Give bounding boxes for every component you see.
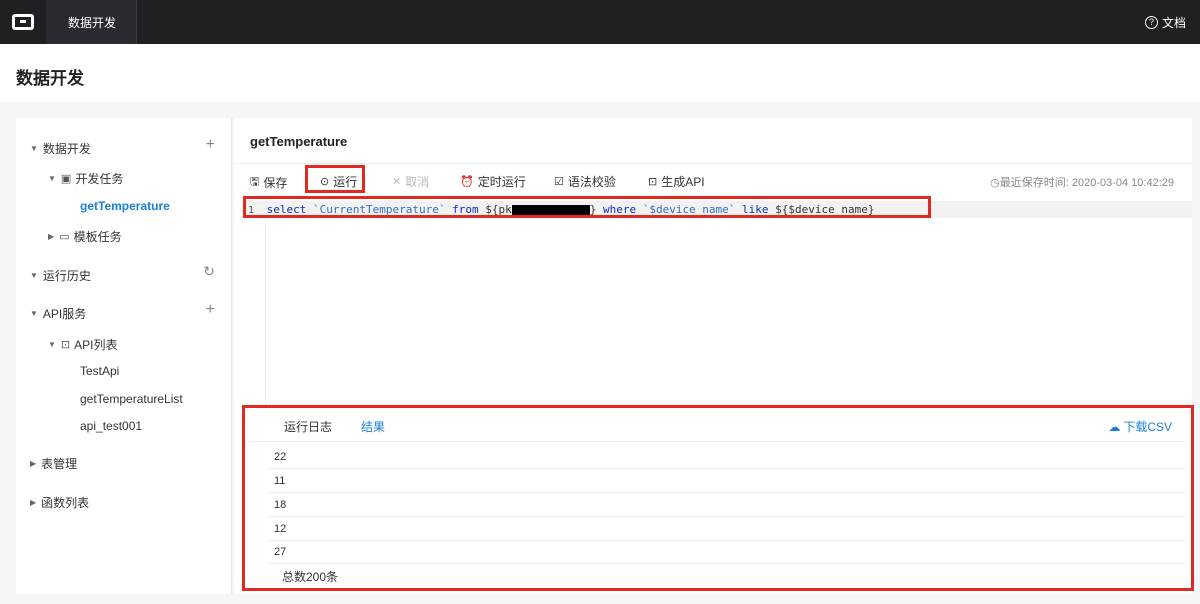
code-line[interactable]: 1 select `CurrentTemperature` from ${pk}…	[242, 201, 1192, 218]
tree-node-label: API服务	[42, 307, 87, 321]
close-icon: ✕	[392, 176, 402, 188]
redacted-block	[511, 204, 590, 216]
table-row: 27	[268, 541, 1186, 564]
run-button[interactable]: ⊙ 运行	[320, 173, 357, 190]
cloud-download-icon: ☁	[1108, 419, 1121, 434]
docs-label: 文档	[1161, 15, 1186, 30]
api-icon: ⊡	[648, 176, 658, 188]
tree-node-label: 开发任务	[75, 172, 124, 186]
sql-table-prefix: ${pk	[485, 203, 512, 216]
tree-node-label: 运行历史	[42, 269, 91, 283]
generate-api-button[interactable]: ⊡ 生成API	[648, 173, 705, 190]
caret-down-icon: ▼	[30, 271, 38, 280]
results-panel: 运行日志 结果 ☁ 下载CSV 22 11 18 12 27 总数200条	[244, 408, 1186, 588]
table-row: 22	[268, 446, 1186, 469]
tree-node-template-tasks[interactable]: ▶ ▭ 模板任务	[48, 228, 122, 245]
sql-keyword: from	[452, 203, 479, 216]
editor-toolbar: 🖫 保存 ⊙ 运行 ✕ 取消 ⏰ 定时运行 ☑ 语法校验 ⊡ 生成API ◷最近…	[234, 163, 1192, 199]
save-icon: 🖫	[250, 176, 260, 188]
syntax-check-button[interactable]: ☑ 语法校验	[554, 173, 616, 190]
play-circle-icon: ⊙	[320, 176, 330, 188]
sidebar-tree: ▼ 数据开发 + ▼ ▣ 开发任务 getTemperature ▶ ▭ 模板任…	[16, 118, 232, 594]
page-title: 数据开发	[16, 69, 84, 88]
help-icon: ?	[1144, 15, 1158, 29]
tree-node-label: 数据开发	[42, 142, 91, 156]
caret-right-icon: ▶	[48, 232, 55, 241]
tree-node-gettemperaturelist[interactable]: getTemperatureList	[80, 392, 183, 406]
tree-node-data-dev[interactable]: ▼ 数据开发	[30, 140, 91, 157]
alarm-clock-icon: ⏰	[460, 176, 474, 188]
tree-node-label: 表管理	[41, 457, 78, 471]
clock-icon: ◷	[990, 177, 1000, 189]
tree-node-api-service[interactable]: ▼ API服务	[30, 305, 86, 322]
check-doc-icon: ☑	[554, 176, 564, 188]
caret-down-icon: ▼	[48, 174, 56, 183]
table-row: 12	[268, 518, 1186, 541]
sql-table-suffix: }	[589, 203, 597, 216]
sql-keyword: where	[602, 203, 637, 216]
table-row: 18	[268, 494, 1186, 517]
caret-down-icon: ▼	[48, 340, 56, 349]
save-button[interactable]: 🖫 保存	[250, 173, 287, 192]
tab-run-log[interactable]: 运行日志	[284, 418, 332, 435]
caret-right-icon: ▶	[30, 459, 37, 468]
sql-identifier: `CurrentTemperature`	[313, 203, 446, 216]
refresh-icon[interactable]: ↻	[203, 263, 215, 280]
schedule-run-button[interactable]: ⏰ 定时运行	[460, 173, 526, 190]
tree-node-function-list[interactable]: ▶ 函数列表	[30, 494, 89, 511]
page-header: 数据开发	[0, 44, 1200, 102]
tree-node-label: 模板任务	[73, 230, 122, 244]
line-number: 1	[247, 205, 255, 216]
sql-param: ${$device_name}	[775, 203, 875, 216]
sql-keyword: select	[266, 203, 307, 216]
last-saved-time: ◷最近保存时间: 2020-03-04 10:42:29	[990, 177, 1174, 189]
caret-down-icon: ▼	[30, 144, 38, 153]
sql-identifier: `$device_name`	[642, 203, 736, 216]
top-navbar: 数据开发 ? 文档	[0, 0, 1200, 44]
total-count: 总数200条	[282, 570, 339, 584]
tree-node-api-test001[interactable]: api_test001	[80, 419, 142, 433]
results-tabs: 运行日志 结果 ☁ 下载CSV	[244, 408, 1186, 442]
sql-keyword: like	[742, 203, 769, 216]
task-title: getTemperature	[250, 134, 348, 149]
nav-product-tab[interactable]: 数据开发	[46, 0, 138, 44]
tree-node-table-mgmt[interactable]: ▶ 表管理	[30, 455, 77, 472]
tree-node-label: API列表	[74, 338, 118, 352]
tree-node-dev-tasks[interactable]: ▼ ▣ 开发任务	[48, 170, 123, 187]
caret-down-icon: ▼	[30, 309, 38, 318]
tab-result[interactable]: 结果	[361, 418, 385, 435]
logo-icon[interactable]	[0, 0, 46, 44]
add-icon[interactable]: +	[206, 301, 215, 319]
editor-panel: getTemperature 🖫 保存 ⊙ 运行 ✕ 取消 ⏰ 定时运行 ☑ 语…	[234, 118, 1192, 594]
tree-node-label: 函数列表	[41, 496, 90, 510]
tree-node-gettemperature[interactable]: getTemperature	[80, 199, 170, 213]
docs-link[interactable]: ? 文档	[1144, 14, 1200, 31]
add-icon[interactable]: +	[206, 136, 215, 154]
tree-node-testapi[interactable]: TestApi	[80, 364, 119, 378]
api-icon: ⊡	[60, 339, 71, 351]
tree-node-run-history[interactable]: ▼ 运行历史	[30, 267, 91, 284]
line-gutter	[242, 199, 266, 411]
tree-node-api-list[interactable]: ▼ ⊡ API列表	[48, 336, 117, 353]
task-folder-icon: ▣	[60, 173, 72, 185]
sql-editor[interactable]: 1 select `CurrentTemperature` from ${pk}…	[242, 199, 1192, 411]
download-csv-link[interactable]: ☁ 下载CSV	[1108, 418, 1172, 435]
caret-right-icon: ▶	[30, 498, 37, 507]
cancel-button[interactable]: ✕ 取消	[392, 173, 429, 190]
table-row: 11	[268, 470, 1186, 493]
folder-icon: ▭	[59, 231, 70, 243]
